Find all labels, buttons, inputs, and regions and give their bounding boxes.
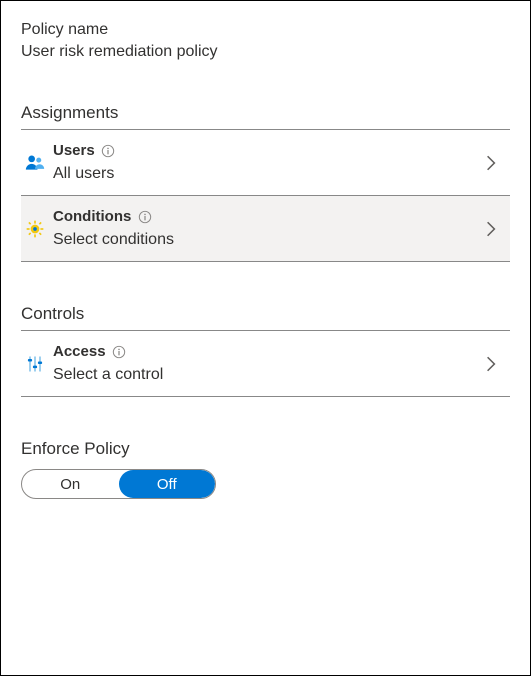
enforce-section: Enforce Policy On Off	[21, 439, 510, 499]
sliders-icon	[25, 354, 45, 374]
controls-section: Controls Access	[21, 304, 510, 397]
controls-item-access-value: Select a control	[53, 366, 480, 384]
controls-list: Access Select a control	[21, 331, 510, 397]
enforce-toggle-on[interactable]: On	[22, 470, 119, 498]
assignments-header: Assignments	[21, 103, 510, 130]
assignments-item-conditions-title: Conditions	[53, 208, 131, 225]
gear-icon	[25, 219, 45, 239]
chevron-right-icon	[480, 152, 502, 174]
assignments-item-users-title: Users	[53, 142, 95, 159]
assignments-item-conditions[interactable]: Conditions Select conditions	[21, 195, 510, 261]
enforce-toggle-off[interactable]: Off	[119, 470, 216, 498]
info-icon[interactable]	[112, 344, 127, 359]
chevron-right-icon	[480, 353, 502, 375]
assignments-item-users[interactable]: Users All users	[21, 130, 510, 195]
enforce-label: Enforce Policy	[21, 439, 510, 459]
controls-item-access-title: Access	[53, 343, 106, 360]
assignments-list: Users All users	[21, 130, 510, 262]
controls-header: Controls	[21, 304, 510, 331]
enforce-toggle[interactable]: On Off	[21, 469, 216, 499]
assignments-item-conditions-value: Select conditions	[53, 231, 480, 249]
assignments-item-users-value: All users	[53, 165, 480, 183]
chevron-right-icon	[480, 218, 502, 240]
policy-name-value: User risk remediation policy	[21, 43, 510, 61]
info-icon[interactable]	[137, 209, 152, 224]
controls-item-access[interactable]: Access Select a control	[21, 331, 510, 396]
info-icon[interactable]	[101, 143, 116, 158]
policy-name-label: Policy name	[21, 21, 510, 39]
users-icon	[25, 153, 45, 173]
assignments-section: Assignments Users All users	[21, 103, 510, 262]
